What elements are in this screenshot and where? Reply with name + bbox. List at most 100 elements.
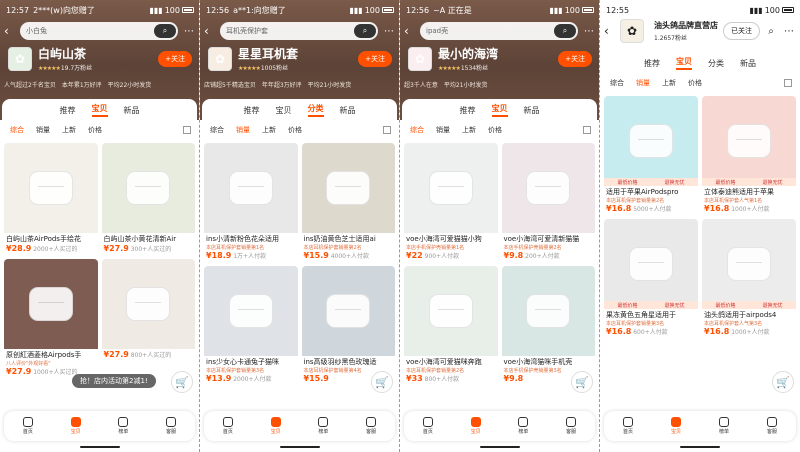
product-card[interactable]: ins高级羽纱黑色玫瑰适 本店耳机保护套销量第4名 ¥15.9 xyxy=(301,266,395,385)
grid-view-icon[interactable] xyxy=(583,126,591,134)
sort-2[interactable]: 上新 xyxy=(462,125,476,135)
sort-0[interactable]: 综合 xyxy=(210,125,224,135)
sort-0[interactable]: 综合 xyxy=(410,125,424,135)
product-image[interactable] xyxy=(101,259,195,349)
nav-item-0[interactable]: 首页 xyxy=(422,417,433,435)
sort-2[interactable]: 上新 xyxy=(62,125,76,135)
product-card[interactable]: voe小海湾可爱猫猫小狗 本店手机保护壳销量第1名 ¥22 900+人付款 xyxy=(404,143,498,262)
nav-item-1[interactable]: 宝贝 xyxy=(470,417,481,435)
sort-3[interactable]: 价格 xyxy=(88,125,102,135)
search-input[interactable]: 耳机壳保护套 ⌕ xyxy=(220,22,378,40)
product-image[interactable] xyxy=(301,266,395,356)
product-card[interactable]: 白屿山茶小黄花清新Air ¥27.9 300+人买过的 xyxy=(101,143,195,255)
back-icon[interactable]: ‹ xyxy=(204,24,216,38)
product-card[interactable]: voe小海湾猫咪手机壳 本店手机保护壳销量第3名 ¥9.8 xyxy=(501,266,595,385)
tab-2[interactable]: 新品 xyxy=(124,105,140,116)
tab-1[interactable]: 宝贝 xyxy=(276,105,292,116)
sort-0[interactable]: 综合 xyxy=(10,125,24,135)
sort-3[interactable]: 价格 xyxy=(688,78,702,88)
nav-item-2[interactable]: 榜单 xyxy=(118,417,128,435)
product-image[interactable] xyxy=(101,143,195,233)
tab-0[interactable]: 推荐 xyxy=(60,105,76,116)
nav-item-0[interactable]: 首页 xyxy=(22,417,33,435)
back-icon[interactable]: ‹ xyxy=(404,24,416,38)
nav-item-3[interactable]: 客服 xyxy=(166,417,176,435)
search-icon[interactable]: ⌕ xyxy=(154,24,176,38)
follow-button[interactable]: +关注 xyxy=(158,51,192,67)
search-icon[interactable]: ⌕ xyxy=(354,24,376,38)
product-card[interactable]: 原创紅酒菱格Airpods手 八人评价"外观好看" ¥27.9 1000+人买过的 xyxy=(4,259,98,378)
nav-item-3[interactable]: 客服 xyxy=(766,417,777,435)
follow-button[interactable]: +关注 xyxy=(358,51,392,67)
product-image[interactable]: 最低价格 退换无忧 xyxy=(604,219,698,309)
tab-0[interactable]: 推荐 xyxy=(460,105,476,116)
cart-icon[interactable]: 🛒 xyxy=(371,371,393,393)
more-icon[interactable]: ⋯ xyxy=(382,26,396,37)
product-card[interactable]: voe小海湾可爱猫咪奔跑 本店耳机保护套销量第2名 ¥33 800+人付款 xyxy=(404,266,498,385)
grid-view-icon[interactable] xyxy=(784,79,792,87)
product-image[interactable]: 最低价格 退换无忧 xyxy=(702,96,796,186)
sort-1[interactable]: 销量 xyxy=(436,125,450,135)
product-image[interactable] xyxy=(501,143,595,233)
product-image[interactable] xyxy=(4,143,98,233)
product-card[interactable]: ins小清新粉色花朵适用 本店耳机保护套销量第1名 ¥18.9 1万+人付款 xyxy=(204,143,298,262)
product-image[interactable] xyxy=(404,266,498,356)
search-input[interactable]: 小白兔 ⌕ xyxy=(20,22,178,40)
sort-1[interactable]: 销量 xyxy=(36,125,50,135)
product-card[interactable]: 最低价格 退换无忧 果冻黄色五角星适用于 本店耳机保护套销量第3名 ¥16.8 600+… xyxy=(604,219,698,338)
product-card[interactable]: voe小海湾可爱清新猫猫 本店手机保护壳销量第2名 ¥9.8 200+人付款 xyxy=(501,143,595,262)
promo-toast[interactable]: 抢！店内活动第2减1! xyxy=(72,374,156,388)
product-image[interactable]: 最低价格 退换无忧 xyxy=(604,96,698,186)
follow-button[interactable]: +关注 xyxy=(558,51,592,67)
product-image[interactable]: 最低价格 退换无忧 xyxy=(702,219,796,309)
more-icon[interactable]: ⋯ xyxy=(182,26,196,37)
nav-item-2[interactable]: 榜单 xyxy=(718,417,729,435)
tab-1[interactable]: 宝贝 xyxy=(676,56,692,70)
nav-item-1[interactable]: 宝贝 xyxy=(270,417,281,435)
back-icon[interactable]: ‹ xyxy=(604,24,616,38)
grid-view-icon[interactable] xyxy=(383,126,391,134)
product-card[interactable]: ins少女心卡通兔子猫咪 本店耳机保护套销量第3名 ¥13.9 2000+人付款 xyxy=(204,266,298,385)
product-card[interactable]: ins奶油黄色芝士适用ai 本店耳机保护套销量第2名 ¥15.9 4000+人付款 xyxy=(301,143,395,262)
nav-item-3[interactable]: 客服 xyxy=(566,417,576,435)
nav-item-3[interactable]: 客服 xyxy=(366,417,376,435)
product-card[interactable]: 最低价格 退换无忧 立体泰迪熊适用于苹果 本店耳机保护套人气第1名 ¥16.8 1000… xyxy=(702,96,796,215)
nav-item-1[interactable]: 宝贝 xyxy=(670,417,681,435)
sort-1[interactable]: 销量 xyxy=(236,125,250,135)
grid-view-icon[interactable] xyxy=(183,126,191,134)
cart-icon[interactable]: 🛒 xyxy=(772,371,794,393)
tab-3[interactable]: 新品 xyxy=(340,105,356,116)
search-input[interactable]: ipad壳 ⌕ xyxy=(420,22,578,40)
follow-button[interactable]: 已关注 xyxy=(723,22,760,40)
product-card[interactable]: 最低价格 退换无忧 适用于苹果AirPodspro 本店耳机保护套销量第2名 ¥16.8… xyxy=(604,96,698,215)
search-icon[interactable]: ⌕ xyxy=(554,24,576,38)
nav-item-2[interactable]: 榜单 xyxy=(518,417,528,435)
tab-1[interactable]: 宝贝 xyxy=(91,103,108,117)
sort-2[interactable]: 上新 xyxy=(262,125,276,135)
cart-icon[interactable]: 🛒 xyxy=(171,371,193,393)
nav-item-0[interactable]: 首页 xyxy=(622,417,633,435)
more-icon[interactable]: ⋯ xyxy=(782,26,796,37)
nav-item-1[interactable]: 宝贝 xyxy=(70,417,81,435)
product-card[interactable]: ¥27.9 800+人买过的 xyxy=(101,259,195,361)
nav-item-2[interactable]: 榜单 xyxy=(318,417,328,435)
back-icon[interactable]: ‹ xyxy=(4,24,16,38)
sort-3[interactable]: 价格 xyxy=(288,125,302,135)
sort-0[interactable]: 综合 xyxy=(610,78,624,88)
product-card[interactable]: 最低价格 退换无忧 油头鸽适用于airpods4 本店耳机保护套人气第3名 ¥16.8 … xyxy=(702,219,796,338)
tab-2[interactable]: 分类 xyxy=(307,103,324,117)
tab-2[interactable]: 分类 xyxy=(708,58,724,69)
sort-1[interactable]: 销量 xyxy=(636,78,650,88)
tab-2[interactable]: 新品 xyxy=(524,105,540,116)
product-card[interactable]: 白屿山茶AirPods手绘花 ¥28.9 2000+人买过的 xyxy=(4,143,98,255)
sort-2[interactable]: 上新 xyxy=(662,78,676,88)
nav-item-0[interactable]: 首页 xyxy=(222,417,233,435)
tab-0[interactable]: 推荐 xyxy=(244,105,260,116)
tab-3[interactable]: 新品 xyxy=(740,58,756,69)
more-icon[interactable]: ⋯ xyxy=(582,26,596,37)
search-icon[interactable]: ⌕ xyxy=(764,26,778,37)
product-image[interactable] xyxy=(4,259,98,349)
product-image[interactable] xyxy=(501,266,595,356)
tab-1[interactable]: 宝贝 xyxy=(491,103,508,117)
tab-0[interactable]: 推荐 xyxy=(644,58,660,69)
